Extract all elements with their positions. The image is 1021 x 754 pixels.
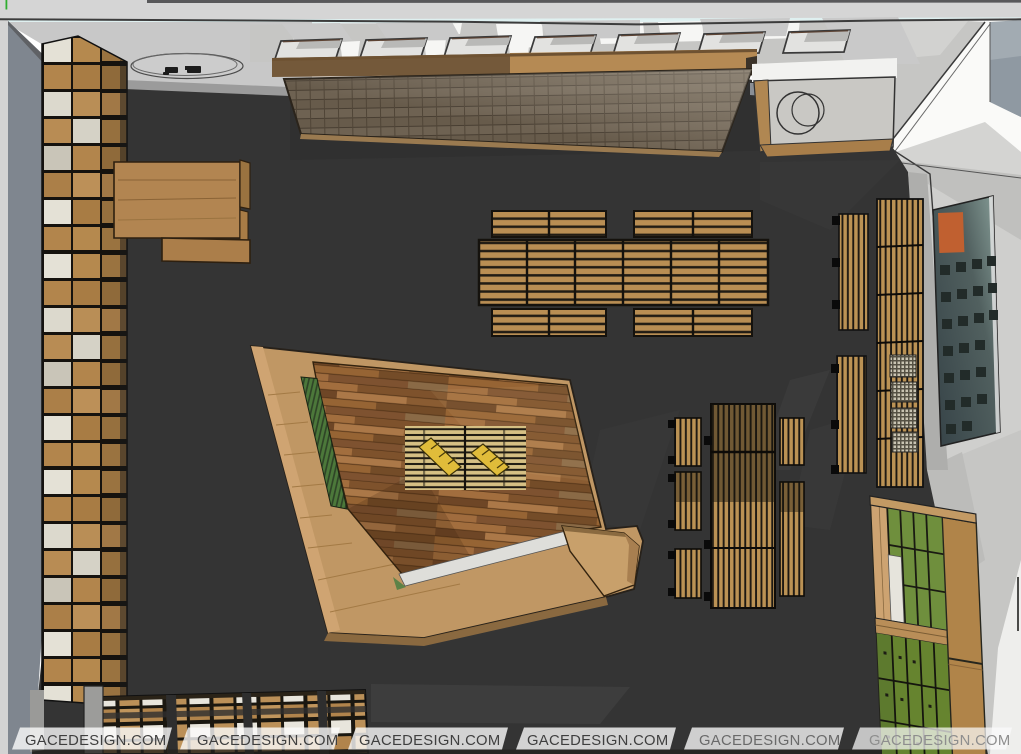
svg-text:GACEDESIGN.COM: GACEDESIGN.COM [359, 733, 501, 749]
svg-text:GACEDESIGN.COM: GACEDESIGN.COM [527, 733, 669, 749]
svg-text:GACEDESIGN.COM: GACEDESIGN.COM [197, 733, 339, 749]
svg-text:GACEDESIGN.COM: GACEDESIGN.COM [869, 733, 1011, 749]
svg-text:GACEDESIGN.COM: GACEDESIGN.COM [699, 733, 841, 749]
svg-text:GACEDESIGN.COM: GACEDESIGN.COM [25, 733, 167, 749]
